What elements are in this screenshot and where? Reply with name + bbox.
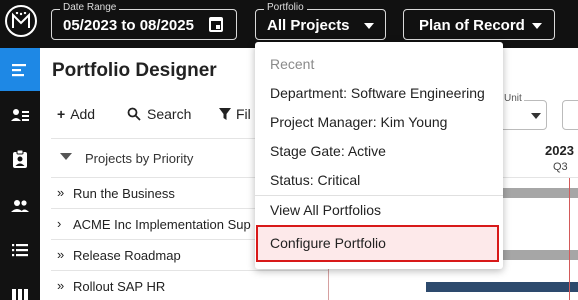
- top-bar: Date Range 05/2023 to 08/2025 Portfolio …: [0, 0, 578, 48]
- configure-portfolio-label: Configure Portfolio: [270, 235, 386, 251]
- list-item-label: ACME Inc Implementation Sup: [73, 217, 251, 232]
- menu-section-recent: Recent: [270, 56, 315, 72]
- caret-down-icon[interactable]: [60, 153, 72, 160]
- left-nav-rail: [0, 48, 40, 300]
- nav-list-icon[interactable]: [10, 240, 30, 260]
- list-item-label: Rollout SAP HR: [73, 279, 166, 294]
- filter-button[interactable]: Fil: [219, 106, 251, 122]
- filter-label: Fil: [236, 106, 251, 122]
- nav-team-icon[interactable]: [10, 196, 30, 216]
- nav-board-icon[interactable]: [10, 286, 30, 300]
- menu-item-recent[interactable]: Department: Software Engineering: [270, 85, 485, 101]
- plan-value: Plan of Record: [419, 17, 525, 34]
- chevron-down-icon: [531, 113, 541, 119]
- add-button[interactable]: + Add: [57, 106, 95, 122]
- search-label: Search: [147, 106, 192, 122]
- plus-icon: +: [57, 106, 66, 122]
- double-chevron-icon[interactable]: »: [57, 278, 64, 293]
- plan-select[interactable]: Plan of Record: [403, 9, 555, 40]
- logo-m-icon: [12, 12, 30, 28]
- page-title: Portfolio Designer: [52, 60, 217, 81]
- date-range-picker[interactable]: Date Range 05/2023 to 08/2025: [51, 2, 237, 40]
- date-range-label: Date Range: [60, 2, 120, 14]
- gantt-icon: [12, 64, 26, 77]
- menu-item-configure-portfolio[interactable]: Configure Portfolio: [256, 225, 499, 262]
- timeline-quarter: Q3: [553, 161, 568, 173]
- menu-divider: [255, 195, 503, 196]
- timeline-year: 2023: [545, 143, 574, 158]
- menu-item-recent[interactable]: Stage Gate: Active: [270, 143, 386, 159]
- portfolio-label: Portfolio: [264, 2, 307, 14]
- list-item-label: Release Roadmap: [73, 248, 181, 263]
- app-logo[interactable]: [5, 5, 37, 37]
- filter-icon: [219, 108, 231, 120]
- menu-item-recent[interactable]: Status: Critical: [270, 172, 360, 188]
- gantt-option-box[interactable]: [562, 100, 578, 130]
- add-label: Add: [70, 106, 96, 122]
- list-item[interactable]: » Rollout SAP HR: [51, 271, 328, 300]
- chevron-down-icon: [532, 23, 542, 29]
- today-marker: [569, 178, 570, 300]
- calendar-icon[interactable]: [209, 17, 223, 32]
- chevron-right-icon[interactable]: ›: [57, 216, 61, 231]
- date-range-value: 05/2023 to 08/2025: [63, 17, 194, 34]
- double-chevron-icon[interactable]: »: [57, 185, 64, 200]
- menu-item-recent[interactable]: Project Manager: Kim Young: [270, 114, 447, 130]
- chevron-down-icon: [364, 23, 374, 29]
- time-unit-label: Unit: [502, 93, 524, 104]
- double-chevron-icon[interactable]: »: [57, 247, 64, 262]
- menu-item-view-all-portfolios[interactable]: View All Portfolios: [270, 202, 381, 218]
- nav-item-portfolio-designer[interactable]: [0, 48, 40, 91]
- search-icon: [127, 107, 141, 121]
- nav-people-list-icon[interactable]: [10, 105, 30, 125]
- portfolio-dropdown-menu: Recent Department: Software Engineering …: [255, 42, 503, 269]
- list-item-label: Run the Business: [73, 186, 175, 201]
- gantt-bar[interactable]: [426, 282, 578, 292]
- search-button[interactable]: Search: [127, 106, 191, 122]
- nav-clipboard-user-icon[interactable]: [10, 149, 30, 169]
- portfolio-value: All Projects: [267, 17, 350, 34]
- group-header-label: Projects by Priority: [85, 151, 194, 166]
- portfolio-select[interactable]: Portfolio All Projects: [255, 2, 386, 40]
